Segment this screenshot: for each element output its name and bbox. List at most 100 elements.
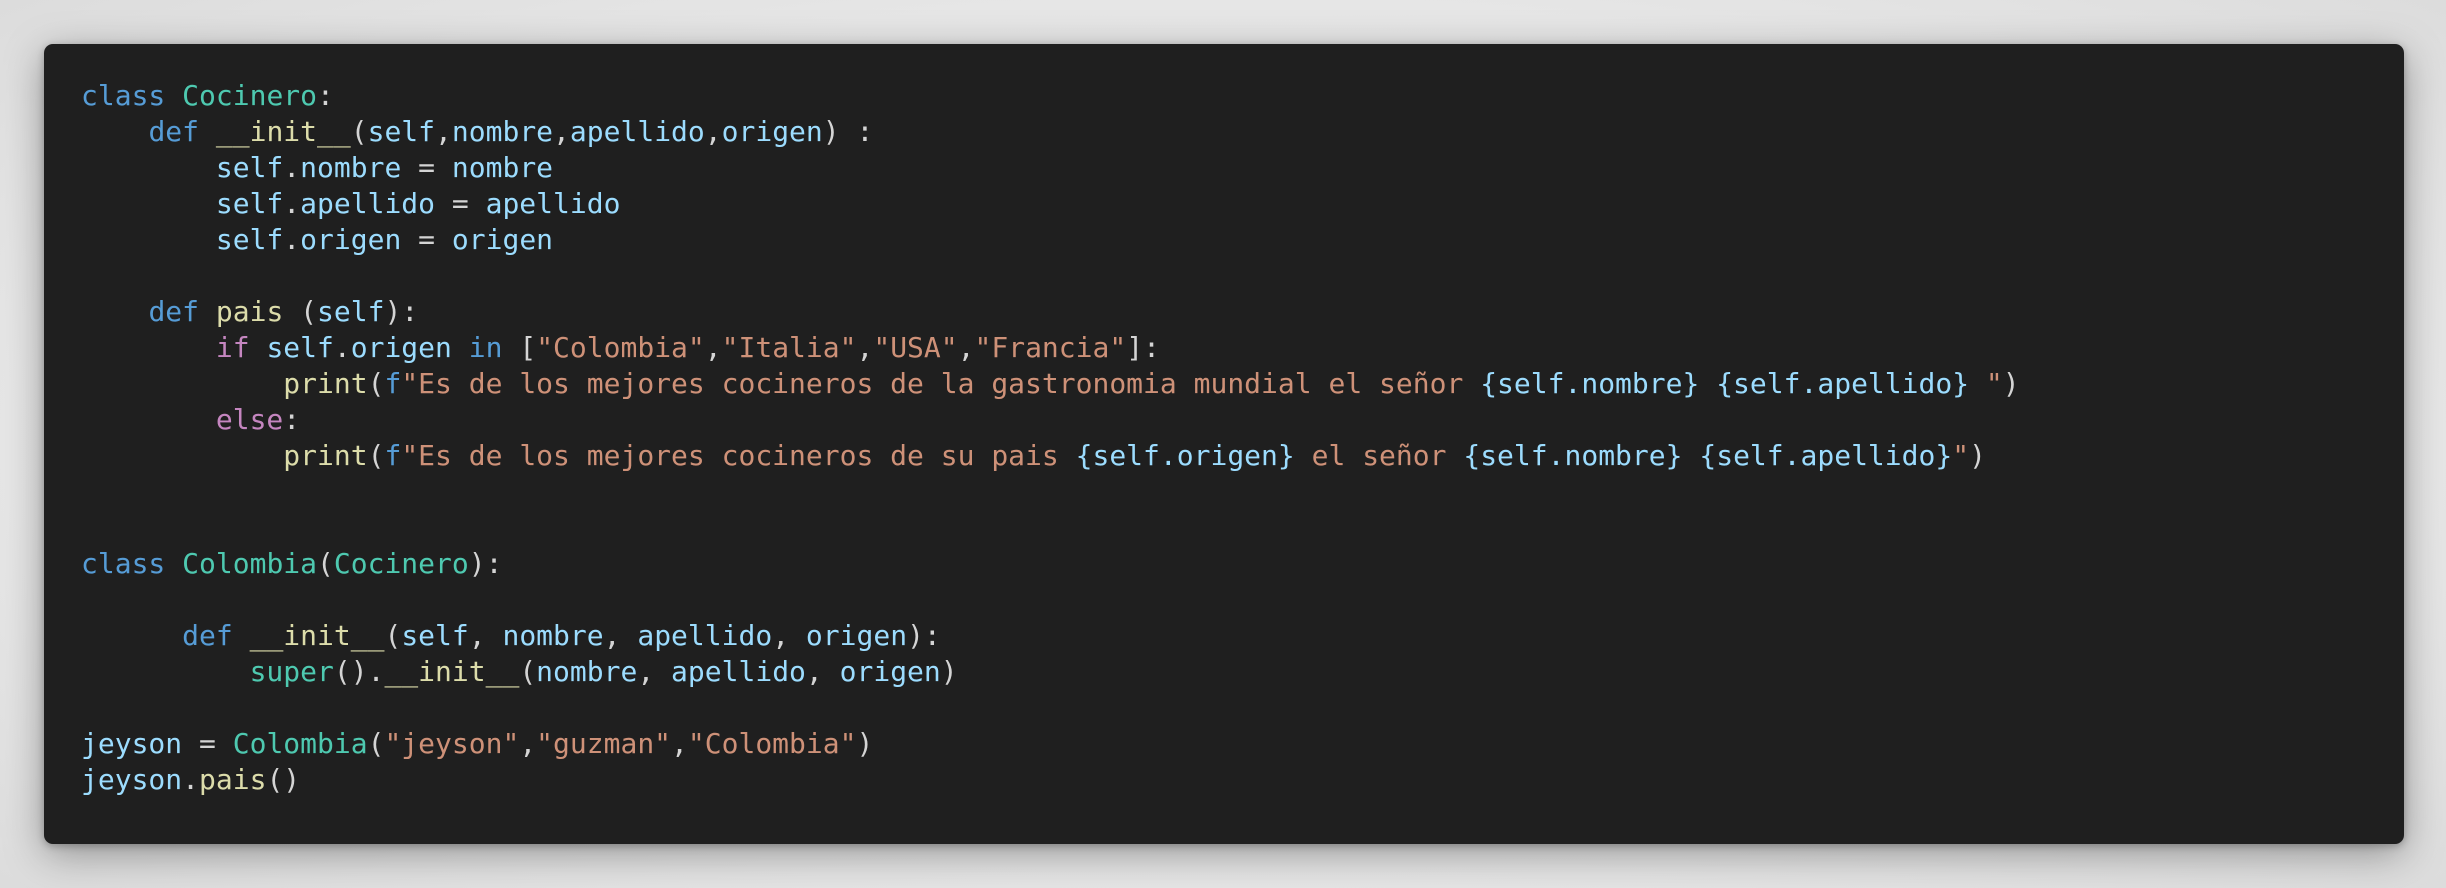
code-token: nombre [502, 619, 604, 652]
code-token: __init__ [215, 115, 351, 148]
code-token: origen [721, 115, 823, 148]
code-token: , [704, 331, 722, 364]
code-editor-window: class Cocinero: def __init__(self,nombre… [44, 44, 2404, 844]
code-token: , [704, 115, 722, 148]
code-token: def [148, 295, 200, 328]
code-token: . [333, 331, 351, 364]
code-line: self.nombre = nombre [81, 150, 2367, 186]
code-token: f [384, 367, 402, 400]
code-token: = [401, 223, 452, 256]
code-token: (). [333, 655, 385, 688]
code-token: ) [856, 727, 874, 760]
code-token: pais [215, 295, 284, 328]
code-line: print(f"Es de los mejores cocineros de l… [81, 366, 2367, 402]
code-token: apellido [671, 655, 806, 688]
code-token: ( [367, 727, 385, 760]
code-token: jeyson [81, 727, 183, 760]
code-token: def [148, 115, 200, 148]
code-token: pais [199, 763, 267, 796]
code-token: nombre [451, 115, 554, 148]
code-token: print [283, 439, 368, 472]
code-token: ( [367, 439, 385, 472]
code-token: apellido [637, 619, 773, 652]
code-token: . [182, 763, 200, 796]
code-token: nombre [536, 655, 638, 688]
code-token: self [266, 331, 334, 364]
code-token: ( [350, 115, 368, 148]
code-token: ( [519, 655, 537, 688]
code-token: , [468, 619, 503, 652]
code-token: Cocinero [182, 79, 318, 112]
code-token: () [266, 763, 301, 796]
code-token: {self.apellido} [1699, 439, 1953, 472]
code-token: origen [300, 223, 402, 256]
code-token: "Francia" [974, 331, 1127, 364]
code-token: nombre [300, 151, 402, 184]
code-token: self [401, 619, 469, 652]
code-token: "Colombia" [536, 331, 705, 364]
code-token: , [519, 727, 537, 760]
code-token: super [249, 655, 334, 688]
code-token: , [957, 331, 975, 364]
code-token: ): [907, 619, 941, 652]
code-token: Cocinero [333, 547, 469, 580]
code-line: def __init__(self,nombre,apellido,origen… [81, 114, 2367, 150]
code-token: "Colombia" [687, 727, 857, 760]
code-token: self [367, 115, 436, 148]
code-token: . [283, 223, 301, 256]
code-token: else [215, 403, 284, 436]
code-token: = [401, 151, 452, 184]
code-token: in [468, 331, 503, 364]
code-token: "Es de los mejores cocineros de su pais [401, 439, 1076, 472]
code-token: = [182, 727, 233, 760]
code-block: class Cocinero: def __init__(self,nombre… [81, 78, 2367, 798]
code-token: "guzman" [536, 727, 672, 760]
code-token: ) [1969, 439, 1986, 472]
code-token: : [317, 79, 334, 112]
code-token: ( [283, 295, 318, 328]
code-token: ): [384, 295, 419, 328]
code-token: , [435, 115, 452, 148]
code-line: jeyson.pais() [81, 762, 2367, 798]
code-token: __init__ [384, 655, 520, 688]
code-token: Colombia [182, 547, 318, 580]
code-line: self.origen = origen [81, 222, 2367, 258]
code-token: {self.origen} [1075, 439, 1295, 472]
code-token: def [182, 619, 233, 652]
code-token: {self.apellido} [1716, 367, 1970, 400]
code-token: __init__ [249, 619, 385, 652]
code-token: ( [384, 619, 402, 652]
code-line: def pais (self): [81, 294, 2367, 330]
code-token: ) [2002, 367, 2020, 400]
code-token: ]: [1126, 331, 1160, 364]
code-token: ) : [822, 115, 874, 148]
code-line: jeyson = Colombia("jeyson","guzman","Col… [81, 726, 2367, 762]
code-token: origen [805, 619, 908, 652]
code-token: [ [502, 331, 537, 364]
code-token: origen [839, 655, 941, 688]
code-line: def __init__(self, nombre, apellido, ori… [81, 618, 2367, 654]
code-token: = [435, 187, 486, 220]
code-line: if self.origen in ["Colombia","Italia","… [81, 330, 2367, 366]
code-token: ): [468, 547, 503, 580]
code-token: , [856, 331, 874, 364]
